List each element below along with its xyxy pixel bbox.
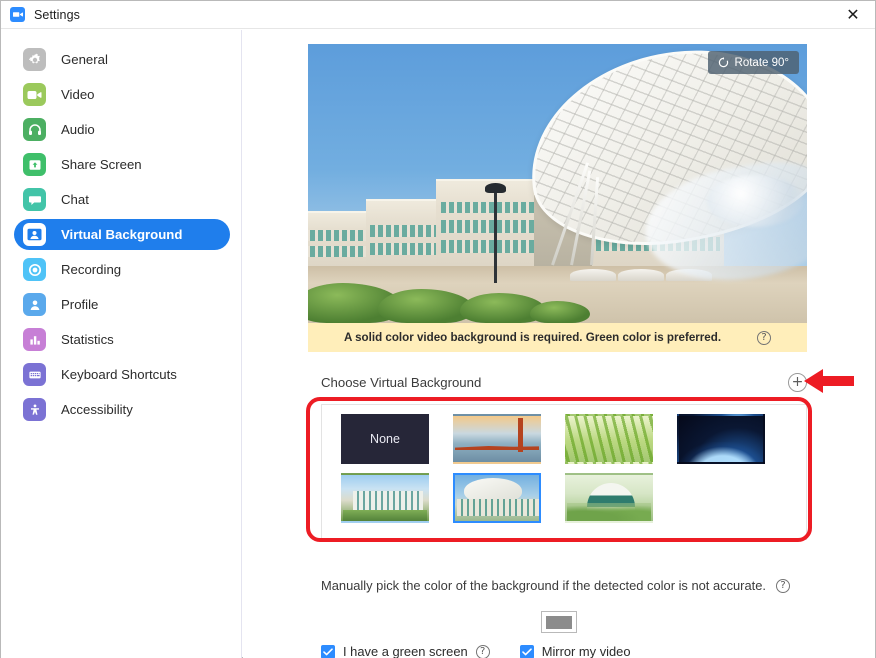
sidebar-item-share-screen[interactable]: Share Screen xyxy=(14,149,230,180)
headphones-icon xyxy=(23,118,46,141)
sidebar-item-accessibility[interactable]: Accessibility xyxy=(14,394,230,425)
add-background-button[interactable]: + xyxy=(788,372,807,392)
question-mark-icon[interactable]: ? xyxy=(475,644,490,658)
share-icon xyxy=(23,153,46,176)
mirror-video-checkbox[interactable]: Mirror my video xyxy=(519,644,631,658)
settings-sidebar: General Video Audio Share Screen Chat Vi… xyxy=(1,30,242,658)
preview-lamp-head xyxy=(485,183,506,193)
green-screen-label: I have a green screen xyxy=(343,644,468,658)
settings-window: Settings ✕ General Video Audio Share Scr… xyxy=(0,0,876,658)
sidebar-item-label: Virtual Background xyxy=(61,227,183,242)
thumbnail-panel: None xyxy=(321,404,807,540)
sidebar-item-virtual-background[interactable]: Virtual Background xyxy=(14,219,230,250)
preview-windows xyxy=(308,230,368,241)
sidebar-item-label: Recording xyxy=(61,262,122,277)
preview-umbrella xyxy=(570,269,616,281)
thumbnail-campus[interactable] xyxy=(341,473,429,523)
sidebar-item-chat[interactable]: Chat xyxy=(14,184,230,215)
warning-text: A solid color video background is requir… xyxy=(343,331,722,344)
profile-icon xyxy=(23,293,46,316)
sidebar-item-audio[interactable]: Audio xyxy=(14,114,230,145)
choose-background-row: Choose Virtual Background + xyxy=(321,370,807,394)
chat-icon xyxy=(23,188,46,211)
accessibility-icon xyxy=(23,398,46,421)
preview-windows xyxy=(370,225,438,237)
sidebar-item-label: Accessibility xyxy=(61,402,133,417)
sidebar-item-label: Video xyxy=(61,87,95,102)
bar-chart-icon xyxy=(23,328,46,351)
color-picker-swatch[interactable] xyxy=(541,611,577,633)
gear-icon xyxy=(23,48,46,71)
mirror-video-label: Mirror my video xyxy=(541,644,631,658)
checkmark-icon xyxy=(519,644,534,658)
thumbnail-grid: None xyxy=(341,414,806,523)
thumbnail-earth[interactable] xyxy=(677,414,765,464)
thumbnail-none[interactable]: None xyxy=(341,414,429,464)
green-screen-warning: A solid color video background is requir… xyxy=(308,323,807,352)
thumbnail-none-label: None xyxy=(370,432,400,446)
video-icon xyxy=(23,83,46,106)
preview-windows xyxy=(370,243,438,255)
sidebar-item-profile[interactable]: Profile xyxy=(14,289,230,320)
rotate-button-label: Rotate 90° xyxy=(734,56,789,69)
thumbnail-grass[interactable] xyxy=(565,414,653,464)
preview-windows xyxy=(441,202,539,213)
manual-color-text: Manually pick the color of the backgroun… xyxy=(321,578,766,593)
sidebar-item-label: Share Screen xyxy=(61,157,142,172)
video-preview: Rotate 90° xyxy=(308,44,807,323)
rotate-icon xyxy=(718,57,729,68)
thumbnail-green-building[interactable] xyxy=(565,473,653,523)
record-icon xyxy=(23,258,46,281)
sidebar-item-video[interactable]: Video xyxy=(14,79,230,110)
title-bar: Settings ✕ xyxy=(1,1,875,29)
thumbnail-canopy[interactable] xyxy=(453,473,541,523)
preview-windows xyxy=(308,246,368,257)
swatch-color-fill xyxy=(546,615,572,629)
rotate-90-button[interactable]: Rotate 90° xyxy=(707,51,799,74)
sidebar-item-label: General xyxy=(61,52,108,67)
sidebar-item-label: Statistics xyxy=(61,332,114,347)
window-title: Settings xyxy=(34,7,80,22)
choose-background-label: Choose Virtual Background xyxy=(321,374,482,390)
preview-lamppost xyxy=(494,191,497,283)
sidebar-item-label: Chat xyxy=(61,192,89,207)
green-screen-checkbox[interactable]: I have a green screen xyxy=(321,644,468,658)
question-mark-icon[interactable]: ? xyxy=(757,330,772,345)
preview-windows xyxy=(441,220,539,233)
preview-umbrella xyxy=(618,269,664,281)
question-mark-icon[interactable]: ? xyxy=(775,578,790,593)
person-icon xyxy=(23,223,46,246)
sidebar-item-label: Audio xyxy=(61,122,95,137)
virtual-background-panel: Rotate 90° A solid color video backgroun… xyxy=(243,30,875,658)
sidebar-item-general[interactable]: General xyxy=(14,44,230,75)
checkmark-icon xyxy=(321,644,335,658)
sidebar-item-recording[interactable]: Recording xyxy=(14,254,230,285)
thumbnail-golden-gate[interactable] xyxy=(453,414,541,464)
zoom-logo-icon xyxy=(10,7,25,22)
checkbox-row: I have a green screen ? Mirror my video xyxy=(321,644,807,658)
sidebar-item-statistics[interactable]: Statistics xyxy=(14,324,230,355)
sidebar-item-keyboard-shortcuts[interactable]: Keyboard Shortcuts xyxy=(14,359,230,390)
keyboard-icon xyxy=(23,363,46,386)
sidebar-item-label: Keyboard Shortcuts xyxy=(61,367,177,382)
close-icon[interactable]: ✕ xyxy=(831,1,875,28)
manual-color-row: Manually pick the color of the backgroun… xyxy=(321,578,807,593)
sidebar-item-label: Profile xyxy=(61,297,99,312)
preview-windows xyxy=(441,240,539,253)
preview-foreground-highlight xyxy=(707,175,803,227)
preview-hedge xyxy=(530,301,590,323)
